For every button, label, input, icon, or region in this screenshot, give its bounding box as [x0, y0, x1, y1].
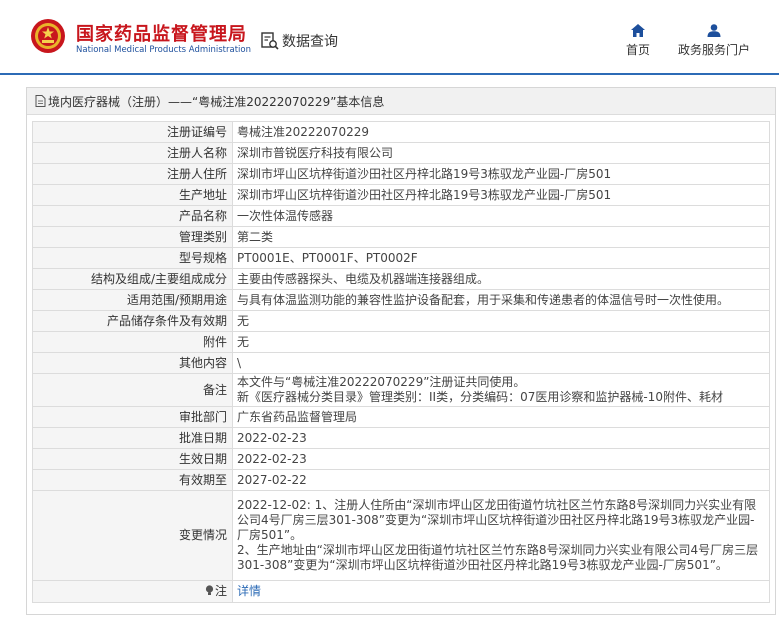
field-value: 2022-02-23	[232, 448, 770, 470]
field-value: 第二类	[232, 226, 770, 248]
table-row: 其他内容 \	[32, 352, 770, 374]
field-value: 2027-02-22	[232, 469, 770, 491]
data-query-link[interactable]: 数据查询	[260, 30, 338, 52]
field-label: 注册人名称	[32, 142, 233, 164]
table-row: 生效日期 2022-02-23	[32, 448, 770, 470]
field-label: 有效期至	[32, 469, 233, 491]
change-line: 2、生产地址由“深圳市坪山区龙田街道竹坑社区兰竹东路8号深圳同力兴实业有限公司4…	[237, 543, 759, 572]
field-value: 本文件与“粤械注准20222070229”注册证共同使用。 新《医疗器械分类目录…	[232, 373, 770, 407]
table-row: 审批部门 广东省药品监督管理局	[32, 406, 770, 428]
nav-home-label: 首页	[625, 43, 650, 57]
field-value: 深圳市坪山区坑梓街道沙田社区丹梓北路19号3栋驭龙产业园-厂房501	[232, 163, 770, 185]
field-label: 产品名称	[32, 205, 233, 227]
table-row: 注册证编号 粤械注准20222070229	[32, 121, 770, 143]
field-label: 审批部门	[32, 406, 233, 428]
field-label: 注册证编号	[32, 121, 233, 143]
nav-portal-label: 政务服务门户	[677, 43, 750, 57]
remark-line: 本文件与“粤械注准20222070229”注册证共同使用。	[237, 375, 526, 389]
nav-portal[interactable]: 政务服务门户	[675, 24, 753, 58]
field-value: 无	[232, 310, 770, 332]
field-value: 粤械注准20222070229	[232, 121, 770, 143]
field-label: 附件	[32, 331, 233, 353]
field-label: 生产地址	[32, 184, 233, 206]
header-divider	[0, 73, 779, 75]
field-label: 型号规格	[32, 247, 233, 269]
field-value: 2022-12-02: 1、注册人住所由“深圳市坪山区龙田街道竹坑社区兰竹东路8…	[232, 490, 770, 581]
field-label: 管理类别	[32, 226, 233, 248]
table-row: 有效期至 2027-02-22	[32, 469, 770, 491]
field-value: 2022-02-23	[232, 427, 770, 449]
data-query-label: 数据查询	[282, 34, 338, 50]
field-value: 广东省药品监督管理局	[232, 406, 770, 428]
national-emblem-icon	[31, 19, 65, 53]
user-icon	[707, 24, 721, 37]
table-row: 注册人住所 深圳市坪山区坑梓街道沙田社区丹梓北路19号3栋驭龙产业园-厂房501	[32, 163, 770, 185]
panel-header: 境内医疗器械（注册）——“粤械注准20222070229”基本信息	[27, 88, 775, 115]
lightbulb-icon	[205, 585, 214, 595]
table-row: 管理类别 第二类	[32, 226, 770, 248]
site-name-en[interactable]: National Medical Products Administration	[76, 45, 251, 55]
table-row: 结构及组成/主要组成成分 主要由传感器探头、电缆及机器端连接器组成。	[32, 268, 770, 290]
table-row: 批准日期 2022-02-23	[32, 427, 770, 449]
table-row: 型号规格 PT0001E、PT0001F、PT0002F	[32, 247, 770, 269]
details-link[interactable]: 详情	[237, 584, 261, 598]
table-row: 备注 本文件与“粤械注准20222070229”注册证共同使用。 新《医疗器械分…	[32, 373, 770, 407]
table-row: 注册人名称 深圳市普锐医疗科技有限公司	[32, 142, 770, 164]
field-value: 一次性体温传感器	[232, 205, 770, 227]
field-value: 深圳市普锐医疗科技有限公司	[232, 142, 770, 164]
table-row: 产品储存条件及有效期 无	[32, 310, 770, 332]
table-row: 适用范围/预期用途 与具有体温监测功能的兼容性监护设备配套，用于采集和传递患者的…	[32, 289, 770, 311]
field-value: PT0001E、PT0001F、PT0002F	[232, 247, 770, 269]
field-value: 详情	[232, 580, 770, 603]
document-icon	[35, 95, 46, 107]
field-label: 生效日期	[32, 448, 233, 470]
field-label-note: 注	[32, 580, 233, 603]
site-header: 国家药品监督管理局 National Medical Products Admi…	[0, 0, 779, 75]
remark-line: 新《医疗器械分类目录》管理类别：II类，分类编码：07医用诊察和监护器械-10附…	[237, 390, 723, 404]
field-value: 无	[232, 331, 770, 353]
table-row: 产品名称 一次性体温传感器	[32, 205, 770, 227]
field-label: 变更情况	[32, 490, 233, 581]
home-icon	[631, 24, 645, 37]
field-label: 适用范围/预期用途	[32, 289, 233, 311]
field-label: 备注	[32, 373, 233, 407]
note-label: 注	[214, 584, 227, 598]
table-row: 生产地址 深圳市坪山区坑梓街道沙田社区丹梓北路19号3栋驭龙产业园-厂房501	[32, 184, 770, 206]
field-value: \	[232, 352, 770, 374]
panel-title: 境内医疗器械（注册）——“粤械注准20222070229”基本信息	[48, 94, 385, 109]
site-name-cn[interactable]: 国家药品监督管理局	[76, 20, 247, 46]
table-row: 变更情况 2022-12-02: 1、注册人住所由“深圳市坪山区龙田街道竹坑社区…	[32, 490, 770, 581]
table-row: 附件 无	[32, 331, 770, 353]
field-value: 与具有体温监测功能的兼容性监护设备配套，用于采集和传递患者的体温信号时一次性使用…	[232, 289, 770, 311]
field-label: 批准日期	[32, 427, 233, 449]
detail-panel: 境内医疗器械（注册）——“粤械注准20222070229”基本信息 注册证编号 …	[26, 87, 776, 615]
info-table: 注册证编号 粤械注准20222070229 注册人名称 深圳市普锐医疗科技有限公…	[32, 121, 770, 603]
field-label: 结构及组成/主要组成成分	[32, 268, 233, 290]
document-search-icon	[261, 32, 279, 50]
field-value: 深圳市坪山区坑梓街道沙田社区丹梓北路19号3栋驭龙产业园-厂房501	[232, 184, 770, 206]
field-label: 其他内容	[32, 352, 233, 374]
table-row: 注 详情	[32, 580, 770, 603]
change-line: 2022-12-02: 1、注册人住所由“深圳市坪山区龙田街道竹坑社区兰竹东路8…	[237, 498, 757, 542]
field-value: 主要由传感器探头、电缆及机器端连接器组成。	[232, 268, 770, 290]
field-label: 产品储存条件及有效期	[32, 310, 233, 332]
nav-home[interactable]: 首页	[622, 24, 654, 58]
field-label: 注册人住所	[32, 163, 233, 185]
